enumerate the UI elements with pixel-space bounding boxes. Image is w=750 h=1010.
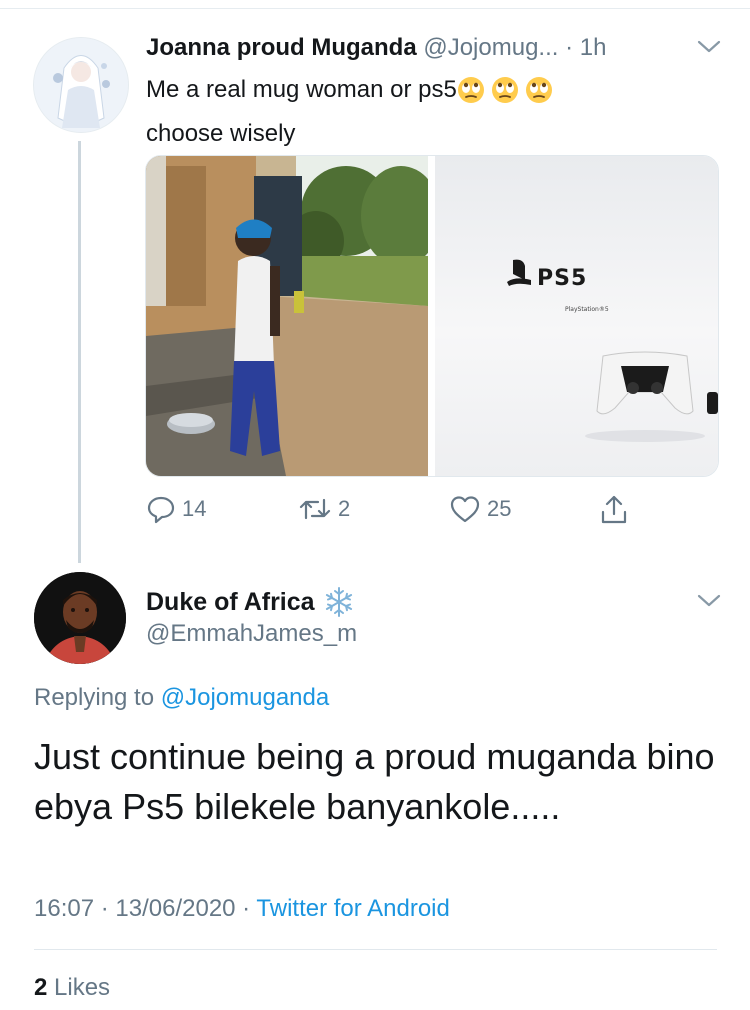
parent-display-name[interactable]: Joanna proud Muganda — [146, 34, 417, 61]
tweet-source-link[interactable]: Twitter for Android — [256, 895, 449, 922]
display-name-row: Duke of Africa — [146, 586, 355, 618]
top-divider — [0, 8, 750, 9]
tweet-date[interactable]: 13/06/2020 — [115, 895, 235, 922]
playstation-logo-icon — [507, 259, 531, 286]
likes-stat[interactable]: 2 Likes — [34, 974, 110, 1002]
likes-label: Likes — [47, 974, 111, 1001]
ps5-logo-text: PS5 — [537, 266, 587, 291]
chevron-down-icon[interactable] — [696, 38, 722, 61]
avatar[interactable] — [33, 37, 129, 133]
tweet-media[interactable]: PS5 PlayStation®5 — [145, 155, 719, 477]
avatar[interactable] — [34, 572, 126, 664]
controller-image — [596, 351, 718, 415]
meta-dot: · — [94, 895, 116, 922]
media-photo-woman[interactable] — [146, 156, 441, 476]
like-button[interactable]: 25 — [449, 494, 511, 524]
woman-photo-image — [146, 156, 441, 476]
parent-time[interactable]: 1h — [580, 34, 607, 61]
divider — [34, 949, 717, 950]
media-photo-ps5[interactable]: PS5 PlayStation®5 — [435, 156, 718, 476]
chevron-down-icon[interactable] — [696, 592, 722, 615]
tweet-time[interactable]: 16:07 — [34, 895, 94, 922]
display-name[interactable]: Duke of Africa — [146, 588, 315, 617]
emoji-group — [457, 76, 559, 115]
replying-to-handle-link[interactable]: @Jojomuganda — [161, 684, 329, 711]
reply-button[interactable]: 14 — [146, 494, 206, 524]
parent-tweet-header: Joanna proud Muganda @Jojomug... · 1h — [146, 34, 606, 62]
tweet-meta: 16:07 · 13/06/2020 · Twitter for Android — [34, 895, 450, 923]
meta-dot: · — [235, 895, 257, 922]
share-icon — [601, 495, 627, 524]
snowflake-icon — [325, 587, 352, 617]
retweet-button[interactable]: 2 — [298, 494, 350, 524]
reply-icon — [147, 496, 175, 524]
share-button[interactable] — [599, 494, 635, 526]
replying-to: Replying to @Jojomuganda — [34, 684, 329, 712]
reply-count: 14 — [182, 496, 207, 521]
retweet-icon — [299, 498, 331, 520]
face-with-rolling-eyes-icon — [525, 77, 552, 103]
face-with-rolling-eyes-icon — [457, 77, 484, 103]
face-with-rolling-eyes-icon — [491, 77, 518, 103]
parent-text-line2: choose wisely — [146, 120, 296, 147]
parent-tweet-text: Me a real mug woman or ps5 choose wisely — [146, 71, 686, 152]
parent-text-line1: Me a real mug woman or ps5 — [146, 76, 457, 103]
parent-separator: · — [558, 34, 580, 61]
man-avatar-image — [34, 572, 126, 664]
tweet-text: Just continue being a proud muganda bino… — [34, 736, 715, 827]
likes-count: 2 — [34, 974, 48, 1001]
retweet-count: 2 — [338, 496, 351, 521]
bride-avatar-image — [34, 38, 128, 132]
handle[interactable]: @EmmahJames_m — [146, 620, 357, 648]
replying-prefix: Replying to — [34, 684, 161, 711]
parent-tweet-actions: 14 2 25 — [0, 494, 750, 526]
heart-icon — [450, 496, 480, 523]
parent-handle[interactable]: @Jojomug... — [423, 34, 558, 61]
like-count: 25 — [487, 496, 512, 521]
ps5-caption: PlayStation®5 — [565, 306, 609, 313]
ps5-photo-image: PS5 PlayStation®5 — [507, 259, 718, 442]
